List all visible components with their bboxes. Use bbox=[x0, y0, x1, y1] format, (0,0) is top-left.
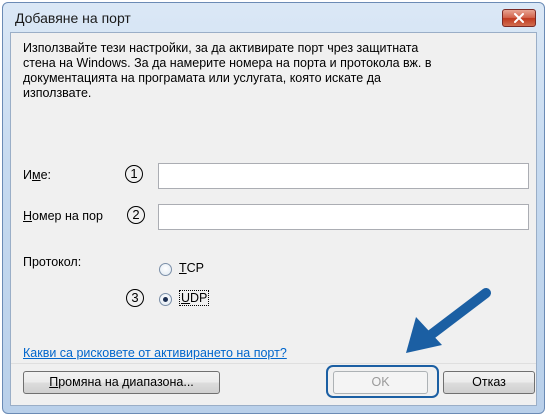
udp-radio[interactable] bbox=[159, 293, 172, 306]
change-scope-button[interactable]: Промяна на диапазона... bbox=[23, 371, 220, 394]
protocol-label: Протокол: bbox=[23, 255, 82, 269]
close-button[interactable] bbox=[502, 9, 536, 27]
close-icon bbox=[514, 13, 524, 23]
ok-highlight-box bbox=[326, 365, 439, 398]
separator bbox=[11, 363, 536, 364]
callout-marker-3: 3 bbox=[126, 289, 144, 307]
udp-radio-label[interactable]: UDP bbox=[179, 290, 210, 306]
callout-marker-2: 2 bbox=[127, 206, 145, 224]
description-text: Използвайте тези настройки, за да активи… bbox=[23, 41, 432, 100]
dialog-title: Добавяне на порт bbox=[15, 10, 131, 26]
add-port-dialog: Добавяне на порт Използвайте тези настро… bbox=[2, 2, 545, 414]
name-field[interactable] bbox=[158, 163, 529, 189]
title-bar: Добавяне на порт bbox=[3, 3, 544, 31]
port-number-field[interactable] bbox=[158, 204, 529, 230]
tcp-radio[interactable] bbox=[159, 263, 172, 276]
port-number-label: Номер на пор bbox=[23, 209, 103, 223]
pointer-arrow-icon bbox=[406, 288, 491, 353]
cancel-button[interactable]: Отказ bbox=[443, 371, 535, 394]
callout-marker-1: 1 bbox=[125, 165, 143, 183]
name-label: Име: bbox=[23, 168, 52, 182]
port-risks-link[interactable]: Какви са рисковете от активирането на по… bbox=[23, 346, 287, 360]
tcp-radio-label[interactable]: TCP bbox=[179, 261, 204, 275]
